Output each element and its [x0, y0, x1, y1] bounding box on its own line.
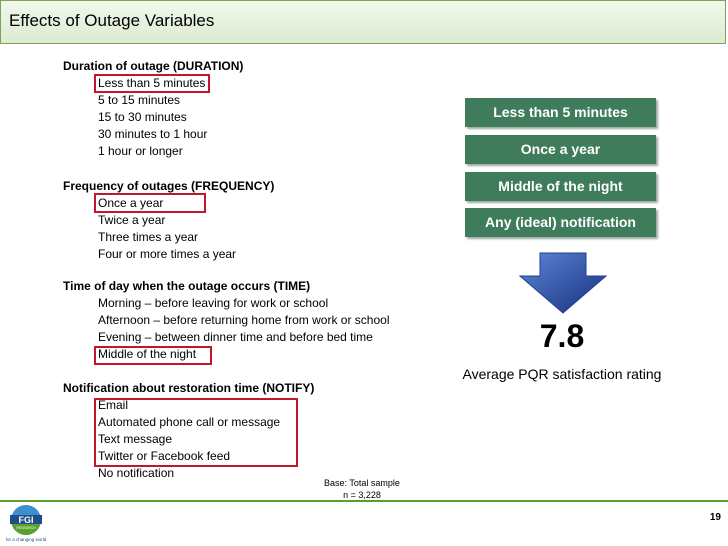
logo-sub: RESEARCH: [16, 526, 36, 530]
option-item: 30 minutes to 1 hour: [98, 127, 208, 141]
title-bar: Effects of Outage Variables: [0, 0, 726, 44]
option-item: Morning – before leaving for work or sch…: [98, 296, 329, 310]
logo-text: FGI: [19, 515, 34, 525]
down-arrow-icon: [518, 252, 608, 314]
slide-title: Effects of Outage Variables: [9, 11, 215, 30]
fgi-logo: FGI RESEARCH for a changing world: [6, 505, 47, 542]
footer-divider: [0, 500, 728, 502]
section-heading: Time of day when the outage occurs (TIME…: [63, 279, 311, 293]
rating-label: Average PQR satisfaction rating: [462, 366, 662, 382]
scenario-frequency-box: Once a year: [465, 135, 656, 164]
logo-tagline: for a changing world: [6, 537, 47, 542]
option-item: No notification: [98, 466, 175, 480]
base-line-1: Base: Total sample: [324, 478, 400, 488]
highlight-frequency: [94, 193, 206, 213]
highlight-time: [94, 346, 212, 365]
frequency-section: Frequency of outages (FREQUENCY) Once a …: [63, 178, 274, 263]
section-heading: Notification about restoration time (NOT…: [63, 381, 315, 395]
option-item: Evening – between dinner time and before…: [98, 330, 373, 344]
scenario-time-box: Middle of the night: [465, 172, 656, 201]
option-item: 5 to 15 minutes: [98, 93, 181, 107]
option-item: 15 to 30 minutes: [98, 110, 187, 124]
option-item: 1 hour or longer: [98, 144, 183, 158]
rating-value: 7.8: [539, 318, 585, 354]
option-item: Four or more times a year: [98, 247, 237, 261]
option-item: Afternoon – before returning home from w…: [98, 313, 390, 327]
highlight-duration: [94, 74, 210, 93]
scenario-duration-box: Less than 5 minutes: [465, 98, 656, 127]
page-number: 19: [709, 512, 721, 523]
highlight-notify: [94, 398, 298, 467]
section-heading: Duration of outage (DURATION): [63, 59, 244, 73]
option-item: Three times a year: [98, 230, 199, 244]
base-note: Base: Total sample n = 3,228: [322, 477, 402, 501]
scenario-notify-box: Any (ideal) notification: [465, 208, 656, 237]
option-item: Twice a year: [98, 213, 166, 227]
